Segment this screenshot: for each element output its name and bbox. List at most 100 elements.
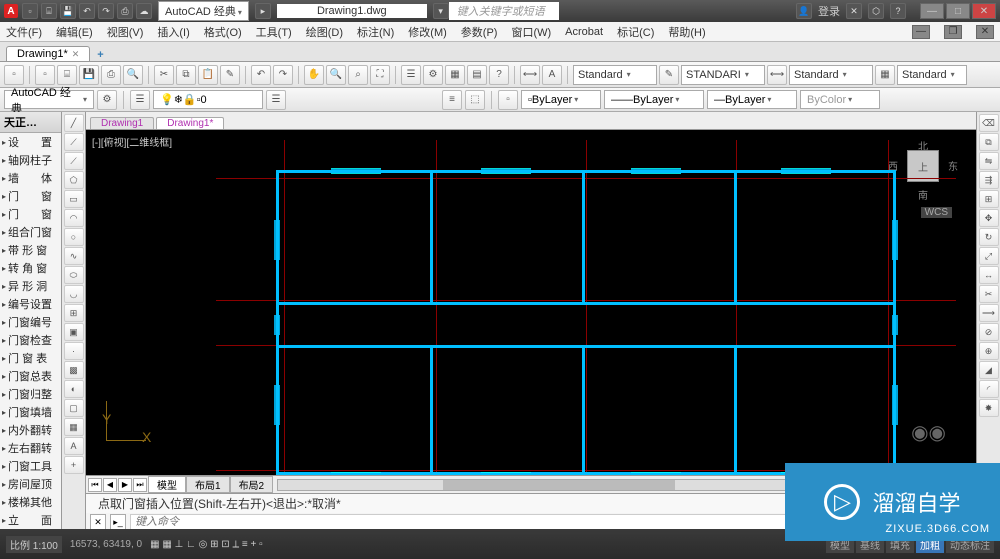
print2-icon[interactable]: ⎙ (101, 65, 121, 85)
tab-first-icon[interactable]: ⏮ (88, 478, 102, 492)
ml-style-dropdown[interactable]: Standard▾ (897, 65, 967, 85)
explode-icon[interactable]: ✸ (979, 399, 999, 417)
palette-item[interactable]: 立 面 (0, 511, 61, 529)
text-icon[interactable]: A (542, 65, 562, 85)
palette-item[interactable]: 楼梯其他 (0, 493, 61, 511)
zoom-ext-icon[interactable]: ⛶ (370, 65, 390, 85)
palette-item[interactable]: 编号设置 (0, 295, 61, 313)
table-mgr-icon[interactable]: ▦ (875, 65, 895, 85)
a360-icon[interactable]: ⬡ (868, 3, 884, 19)
palette-item[interactable]: 墙 体 (0, 169, 61, 187)
palette-item[interactable]: 带 形 窗 (0, 241, 61, 259)
layer-dropdown[interactable]: 💡❄🔒▫ 0 (153, 90, 263, 109)
layout-tab-1[interactable]: 布局1 (186, 476, 230, 493)
dim-style-dropdown[interactable]: STANDARI▾ (681, 65, 765, 85)
menu-help[interactable]: 帮助(H) (668, 24, 705, 40)
offset-icon[interactable]: ⇶ (979, 171, 999, 189)
chamfer-icon[interactable]: ◢ (979, 361, 999, 379)
undo2-icon[interactable]: ↶ (251, 65, 271, 85)
layer-props-icon[interactable]: ☰ (130, 90, 150, 110)
cloud-icon[interactable]: ☁ (136, 3, 152, 19)
open2-icon[interactable]: ⌸ (57, 65, 77, 85)
circle-icon[interactable]: ○ (64, 228, 84, 246)
layer-filter-icon[interactable]: ≡ (442, 90, 462, 110)
steering-wheel-icon[interactable]: ◉◉ (911, 420, 946, 445)
fillet-icon[interactable]: ◜ (979, 380, 999, 398)
preview-icon[interactable]: 🔍 (123, 65, 143, 85)
hatch-icon[interactable]: ▩ (64, 361, 84, 379)
palette-item[interactable]: 门 窗 表 (0, 349, 61, 367)
tab-next-icon[interactable]: ▶ (118, 478, 132, 492)
pan-icon[interactable]: ✋ (304, 65, 324, 85)
menu-dim[interactable]: 标注(N) (357, 24, 394, 40)
recent-icon[interactable]: ▾ (433, 3, 449, 19)
workspace-dropdown[interactable]: AutoCAD 经典 (158, 1, 249, 21)
menu-acrobat[interactable]: Acrobat (565, 26, 603, 38)
mtext-icon[interactable]: A (64, 437, 84, 455)
copy2-icon[interactable]: ⧉ (979, 133, 999, 151)
ellipse-icon[interactable]: ⬭ (64, 266, 84, 284)
help2-icon[interactable]: ? (489, 65, 509, 85)
array-icon[interactable]: ⊞ (979, 190, 999, 208)
spline-icon[interactable]: ∿ (64, 247, 84, 265)
scale-display[interactable]: 比例 1:100 (6, 536, 62, 553)
search-input[interactable]: 键入关键字或短语 (449, 2, 559, 20)
tab-prev-icon[interactable]: ◀ (103, 478, 117, 492)
lineweight-dropdown[interactable]: — ByLayer (707, 90, 797, 109)
drawing-tab-active[interactable]: Drawing1* (156, 117, 224, 129)
palette-item[interactable]: 门窗工具 (0, 457, 61, 475)
drawing-tab[interactable]: Drawing1 (90, 117, 154, 129)
arc-icon[interactable]: ◠ (64, 209, 84, 227)
palette-item[interactable]: 轴网柱子 (0, 151, 61, 169)
exchange-icon[interactable]: ✕ (846, 3, 862, 19)
menu-file[interactable]: 文件(F) (6, 24, 42, 40)
palette-item[interactable]: 门窗填墙 (0, 403, 61, 421)
menu-draw[interactable]: 绘图(D) (306, 24, 343, 40)
rotate-icon[interactable]: ↻ (979, 228, 999, 246)
insert-icon[interactable]: ⊞ (64, 304, 84, 322)
menu-window[interactable]: 窗口(W) (511, 24, 551, 40)
save2-icon[interactable]: 💾 (79, 65, 99, 85)
menu-format[interactable]: 格式(O) (204, 24, 242, 40)
dim-icon[interactable]: ⟷ (520, 65, 540, 85)
palette-item[interactable]: 门 窗 (0, 187, 61, 205)
block-icon[interactable]: ▣ (64, 323, 84, 341)
print-icon[interactable]: ⎙ (117, 3, 133, 19)
new-file-icon[interactable]: ▫ (4, 65, 24, 85)
command-icon[interactable]: ✕ (90, 514, 106, 530)
mirror-icon[interactable]: ⇋ (979, 152, 999, 170)
close-icon[interactable]: ✕ (72, 49, 80, 60)
doc-restore-button[interactable]: ❐ (944, 25, 962, 39)
palette-item[interactable]: 门窗编号 (0, 313, 61, 331)
workspace-selector[interactable]: AutoCAD 经典 (4, 90, 94, 109)
palette-item[interactable]: 房间屋顶 (0, 475, 61, 493)
layer-iso-icon[interactable]: ⬚ (465, 90, 485, 110)
layer-state-icon[interactable]: ☰ (266, 90, 286, 110)
close-button[interactable]: ✕ (972, 3, 996, 19)
polygon-icon[interactable]: ⬠ (64, 171, 84, 189)
palette-item[interactable]: 门窗总表 (0, 367, 61, 385)
palette-item[interactable]: 内外翻转 (0, 421, 61, 439)
cut-icon[interactable]: ✂ (154, 65, 174, 85)
break-icon[interactable]: ⊘ (979, 323, 999, 341)
addsel-icon[interactable]: + (64, 456, 84, 474)
zoom-win-icon[interactable]: ⌕ (348, 65, 368, 85)
gradient-icon[interactable]: ◐ (64, 380, 84, 398)
model-viewport[interactable]: [-][俯视][二维线框] 北 西 东 上 南 WCS (86, 130, 976, 475)
doc-tab[interactable]: Drawing1*✕ (6, 46, 90, 61)
help-icon[interactable]: ? (890, 3, 906, 19)
region-icon[interactable]: ▢ (64, 399, 84, 417)
ellipse-arc-icon[interactable]: ◡ (64, 285, 84, 303)
new-icon[interactable]: ▫ (22, 3, 38, 19)
style-mgr-icon[interactable]: ✎ (659, 65, 679, 85)
color-icon[interactable]: ▫ (498, 90, 518, 110)
rectangle-icon[interactable]: ▭ (64, 190, 84, 208)
palette-item[interactable]: 异 形 洞 (0, 277, 61, 295)
trim-icon[interactable]: ✂ (979, 285, 999, 303)
menu-param[interactable]: 参数(P) (461, 24, 498, 40)
palette-item[interactable]: 门 窗 (0, 205, 61, 223)
menu-modify[interactable]: 修改(M) (408, 24, 447, 40)
redo2-icon[interactable]: ↷ (273, 65, 293, 85)
move-icon[interactable]: ✥ (979, 209, 999, 227)
ws-gear-icon[interactable]: ⚙ (97, 90, 117, 110)
